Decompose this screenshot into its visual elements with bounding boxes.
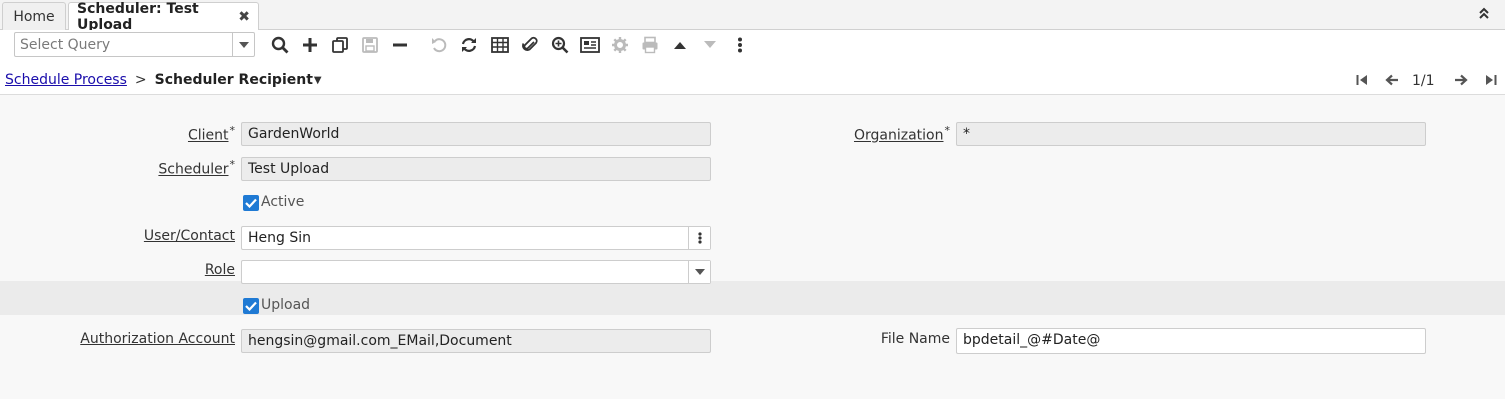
upload-label: Upload <box>261 297 311 313</box>
arrow-right-icon[interactable] <box>1450 69 1472 91</box>
form-panel: Client* GardenWorld Organization* * Sche… <box>0 95 1505 399</box>
breadcrumb-parent-link[interactable]: Schedule Process <box>5 72 127 88</box>
user-contact-value: Heng Sin <box>248 230 311 246</box>
file-name-value: bpdetail_@#Date@ <box>963 332 1101 348</box>
delete-record-icon[interactable] <box>389 34 411 56</box>
caret-down-icon[interactable]: ▼ <box>314 75 322 86</box>
scheduler-required-mark: * <box>229 158 236 171</box>
select-query-dropdown[interactable]: Select Query <box>14 32 255 57</box>
close-icon[interactable]: ✖ <box>238 9 250 25</box>
authorization-account-value: hengsin@gmail.com_EMail,Document <box>248 333 512 349</box>
next-record-icon[interactable] <box>699 34 721 56</box>
client-label: Client* <box>0 124 235 144</box>
role-label-text: Role <box>204 262 235 278</box>
select-query-placeholder: Select Query <box>20 37 111 53</box>
scheduler-field[interactable]: Test Upload <box>241 157 711 181</box>
grid-toggle-icon[interactable] <box>489 34 511 56</box>
active-row-band <box>0 281 1505 315</box>
arrow-left-icon[interactable] <box>1381 69 1403 91</box>
tab-home[interactable]: Home <box>2 2 66 30</box>
client-label-text: Client <box>187 127 229 144</box>
attachment-icon[interactable] <box>519 34 541 56</box>
chevron-down-icon[interactable] <box>688 261 710 283</box>
organization-label: Organization* <box>800 124 950 144</box>
chevron-down-icon[interactable] <box>232 33 254 56</box>
organization-required-mark: * <box>944 124 951 137</box>
record-count: 1/1 <box>1412 73 1435 89</box>
role-label: Role <box>0 262 235 282</box>
authorization-account-label-text: Authorization Account <box>80 331 235 347</box>
file-name-label: File Name <box>800 331 950 351</box>
copy-record-icon[interactable] <box>329 34 351 56</box>
save-icon[interactable] <box>359 34 381 56</box>
file-name-input[interactable]: bpdetail_@#Date@ <box>956 328 1426 354</box>
undo-icon[interactable] <box>428 34 450 56</box>
user-contact-field[interactable]: Heng Sin <box>241 226 711 250</box>
more-options-icon[interactable] <box>729 34 751 56</box>
organization-label-text: Organization <box>853 127 944 144</box>
more-options-icon[interactable] <box>688 227 710 249</box>
refresh-icon[interactable] <box>458 34 480 56</box>
new-record-icon[interactable] <box>299 34 321 56</box>
active-label: Active <box>261 194 305 210</box>
client-field[interactable]: GardenWorld <box>241 122 711 146</box>
gear-icon[interactable] <box>609 34 631 56</box>
organization-field[interactable]: * <box>956 122 1426 146</box>
upload-checkbox[interactable] <box>243 298 259 314</box>
previous-record-icon[interactable] <box>669 34 691 56</box>
file-name-label-text: File Name <box>880 331 950 347</box>
user-contact-label-text: User/Contact <box>143 228 235 244</box>
client-value: GardenWorld <box>248 126 340 142</box>
authorization-account-field[interactable]: hengsin@gmail.com_EMail,Document <box>241 329 711 353</box>
scheduler-label-text: Scheduler <box>158 161 229 178</box>
zoom-icon[interactable] <box>549 34 571 56</box>
print-icon[interactable] <box>639 34 661 56</box>
user-contact-label: User/Contact <box>0 228 235 248</box>
breadcrumb-separator: > <box>134 72 147 88</box>
breadcrumb: Schedule Process > Scheduler Recipient ▼ <box>5 70 322 90</box>
double-chevron-up-icon[interactable] <box>1477 6 1491 22</box>
authorization-account-label: Authorization Account <box>0 331 235 351</box>
active-checkbox[interactable] <box>243 195 259 211</box>
tab-home-label: Home <box>13 8 55 25</box>
client-required-mark: * <box>229 124 236 137</box>
scheduler-value: Test Upload <box>248 161 330 177</box>
last-record-icon[interactable] <box>1480 69 1502 91</box>
tab-active-label: Scheduler: Test Upload <box>77 1 199 33</box>
scheduler-label: Scheduler* <box>0 158 235 178</box>
tab-scheduler-test-upload[interactable]: Scheduler: Test Upload ✖ <box>68 1 259 33</box>
first-record-icon[interactable] <box>1351 69 1373 91</box>
tab-bar: Home Scheduler: Test Upload ✖ <box>0 0 1505 33</box>
toolbar: Select Query <box>0 30 1505 60</box>
report-icon[interactable] <box>579 34 601 56</box>
role-dropdown[interactable] <box>241 260 711 284</box>
breadcrumb-current[interactable]: Scheduler Recipient <box>155 72 313 88</box>
search-icon[interactable] <box>269 34 291 56</box>
organization-value: * <box>963 126 970 142</box>
